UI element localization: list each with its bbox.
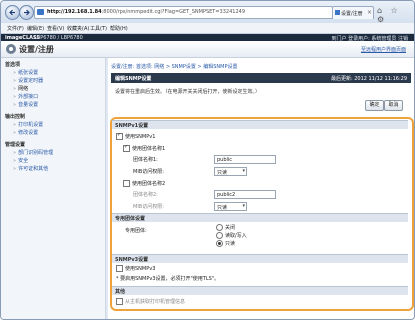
dedicated-label: 专用团体: xyxy=(125,228,147,234)
mib1-value: 只读 xyxy=(217,170,228,176)
restart-info: 设置将在重启后生效。（在电源开关关闭后打开，使新设定生效。） xyxy=(115,89,261,95)
address-bar[interactable]: http://192.168.1.84:8000/rps/nmmpedit.cg… xyxy=(34,6,353,19)
community2-input[interactable]: public2 xyxy=(214,190,276,199)
get-printer-info-checkbox[interactable] xyxy=(116,298,123,305)
other-heading: 其他 xyxy=(115,289,126,295)
dedicated-readonly-label: 只读 xyxy=(225,241,236,247)
snmpv3-note: * 要启用SNMPv3设置，必须打开"使用TLS"。 xyxy=(116,276,220,282)
dedicated-heading: 专用团体设置 xyxy=(115,216,146,222)
menu-file[interactable]: 文件(F) xyxy=(7,25,24,32)
ok-button[interactable]: 确定 xyxy=(365,100,384,111)
page-title: 设置/注册 xyxy=(19,45,54,54)
sidebar-item-modify[interactable]: 修改设置 xyxy=(13,129,38,136)
use-snmpv3-label: 使用SNMPv3 xyxy=(125,266,156,272)
snmpv3-section-header: SNMPv3设置 xyxy=(112,254,408,263)
community2-label: 团体名称2: xyxy=(133,192,158,198)
dedicated-readwrite-radio[interactable] xyxy=(216,232,223,239)
sidebar-item-license[interactable]: 许可证和其他 xyxy=(13,165,48,172)
community1-value: public xyxy=(217,157,233,163)
snmpv1-heading: SNMPv1设置 xyxy=(115,123,149,129)
sidebar-item-network[interactable]: 网络 xyxy=(13,85,28,92)
use-community2-label: 使用团体名称2 xyxy=(132,181,166,187)
back-button[interactable] xyxy=(5,5,20,20)
sidebar-item-security[interactable]: 安全 xyxy=(13,157,28,164)
use-snmpv1-checkbox[interactable] xyxy=(116,132,123,140)
panel-header: 编辑SNMP设置 最后更新: 2012 11/12 11:16:29 xyxy=(111,73,411,83)
settings-gear-icon xyxy=(6,44,16,54)
browser-tab[interactable]: 设置/注册 × xyxy=(332,6,374,19)
url-path: :8000/rps/nmmpedit.cgi?Flag=GET_SNMPSET=… xyxy=(101,9,245,15)
browser-toolbar: http://192.168.1.84:8000/rps/nmmpedit.cg… xyxy=(1,1,414,24)
sidebar-item-volume[interactable]: 音量设置 xyxy=(13,101,38,108)
home-star-gear-icons[interactable]: ⌂ ☆ ⚙ xyxy=(377,6,414,24)
snmpv3-heading: SNMPv3设置 xyxy=(115,257,149,263)
forward-arrow-icon xyxy=(24,9,30,16)
sidebar-section-preferences: 首选项 xyxy=(5,62,21,68)
dedicated-off-radio[interactable] xyxy=(216,224,223,231)
portal-link[interactable]: 至远程用户界面页面 xyxy=(361,46,406,53)
panel-title: 编辑SNMP设置 xyxy=(115,76,152,82)
breadcrumb[interactable]: 设置/注册: 首选项: 网络 > SNMP设置 > 编辑SNMP设置 xyxy=(111,63,237,70)
cancel-button[interactable]: 取消 xyxy=(384,100,403,111)
community1-label: 团体名称1: xyxy=(133,157,158,163)
community2-value: public2 xyxy=(217,192,236,198)
mib2-value: 只读 xyxy=(217,205,228,211)
community1-input[interactable]: public xyxy=(214,155,276,164)
mib2-select[interactable]: 只读 ▾ xyxy=(214,202,247,211)
forward-button[interactable] xyxy=(19,5,34,20)
menu-tools[interactable]: 工具(T) xyxy=(90,25,107,32)
sidebar-section-output: 输出控制 xyxy=(5,114,26,120)
close-tab-icon[interactable]: × xyxy=(367,9,372,16)
back-arrow-icon xyxy=(9,9,15,16)
sidebar-item-printer[interactable]: 打印机设置 xyxy=(13,121,43,128)
use-snmpv1-label: 使用SNMPv1 xyxy=(125,134,156,140)
use-snmpv3-checkbox[interactable] xyxy=(116,265,123,272)
menu-view[interactable]: 查看(V) xyxy=(47,25,64,32)
use-community2-checkbox[interactable] xyxy=(123,180,130,187)
dedicated-readwrite-label: 读取/写入 xyxy=(225,233,247,239)
browser-window: http://192.168.1.84:8000/rps/nmmpedit.cg… xyxy=(0,0,415,320)
menu-edit[interactable]: 编辑(E) xyxy=(27,25,44,32)
sidebar-item-timer[interactable]: 设置定时器 xyxy=(13,77,43,84)
sidebar-item-department-id[interactable]: 部门识别码管理 xyxy=(13,149,53,156)
use-community1-label: 使用团体名称1 xyxy=(132,146,166,152)
tab-label: 设置/注册 xyxy=(341,11,363,17)
dedicated-readonly-radio[interactable] xyxy=(216,240,223,247)
mib2-label: MIB访问权限: xyxy=(133,204,164,210)
use-community1-checkbox[interactable] xyxy=(123,144,130,152)
other-section-header: 其他 xyxy=(112,286,408,295)
last-updated: 最后更新: 2012 11/12 11:16:29 xyxy=(330,76,407,82)
dedicated-off-label: 关闭 xyxy=(225,225,236,231)
menu-favorites[interactable]: 收藏夹(A) xyxy=(67,25,89,32)
dropdown-arrow-icon: ▾ xyxy=(242,168,245,174)
menu-bar: 文件(F) 编辑(E) 查看(V) 收藏夹(A) 工具(T) 帮助(H) xyxy=(1,23,414,34)
sidebar: 首选项 纸张设置 设置定时器 网络 外部接口 音量设置 输出控制 打印机设置 修… xyxy=(1,58,106,319)
page-icon xyxy=(37,9,44,15)
app-header: imageCLASS LBP6780 / LBP6780 到门户 登录用户: 系… xyxy=(1,34,414,42)
main-content: 设置/注册: 首选项: 网络 > SNMP设置 > 编辑SNMP设置 编辑SNM… xyxy=(108,58,414,319)
menu-help[interactable]: 帮助(H) xyxy=(110,25,128,32)
sidebar-item-interface[interactable]: 外部接口 xyxy=(13,93,38,100)
tab-favicon-icon xyxy=(335,10,340,15)
page-titlebar: 设置/注册 至远程用户界面页面 xyxy=(1,41,414,58)
snmpv1-section-header: SNMPv1设置 xyxy=(112,120,408,129)
url-host: http://192.168.1.84 xyxy=(47,9,102,15)
dropdown-arrow-icon: ▾ xyxy=(242,203,245,209)
dedicated-section-header: 专用团体设置 xyxy=(112,213,408,222)
sidebar-item-paper[interactable]: 纸张设置 xyxy=(13,69,38,76)
get-printer-info-label: 从主机获取打印机管理信息 xyxy=(125,299,186,305)
mib1-select[interactable]: 只读 ▾ xyxy=(214,167,247,176)
mib1-label: MIB访问权限: xyxy=(133,169,164,175)
sidebar-section-management: 管理设置 xyxy=(5,142,26,148)
